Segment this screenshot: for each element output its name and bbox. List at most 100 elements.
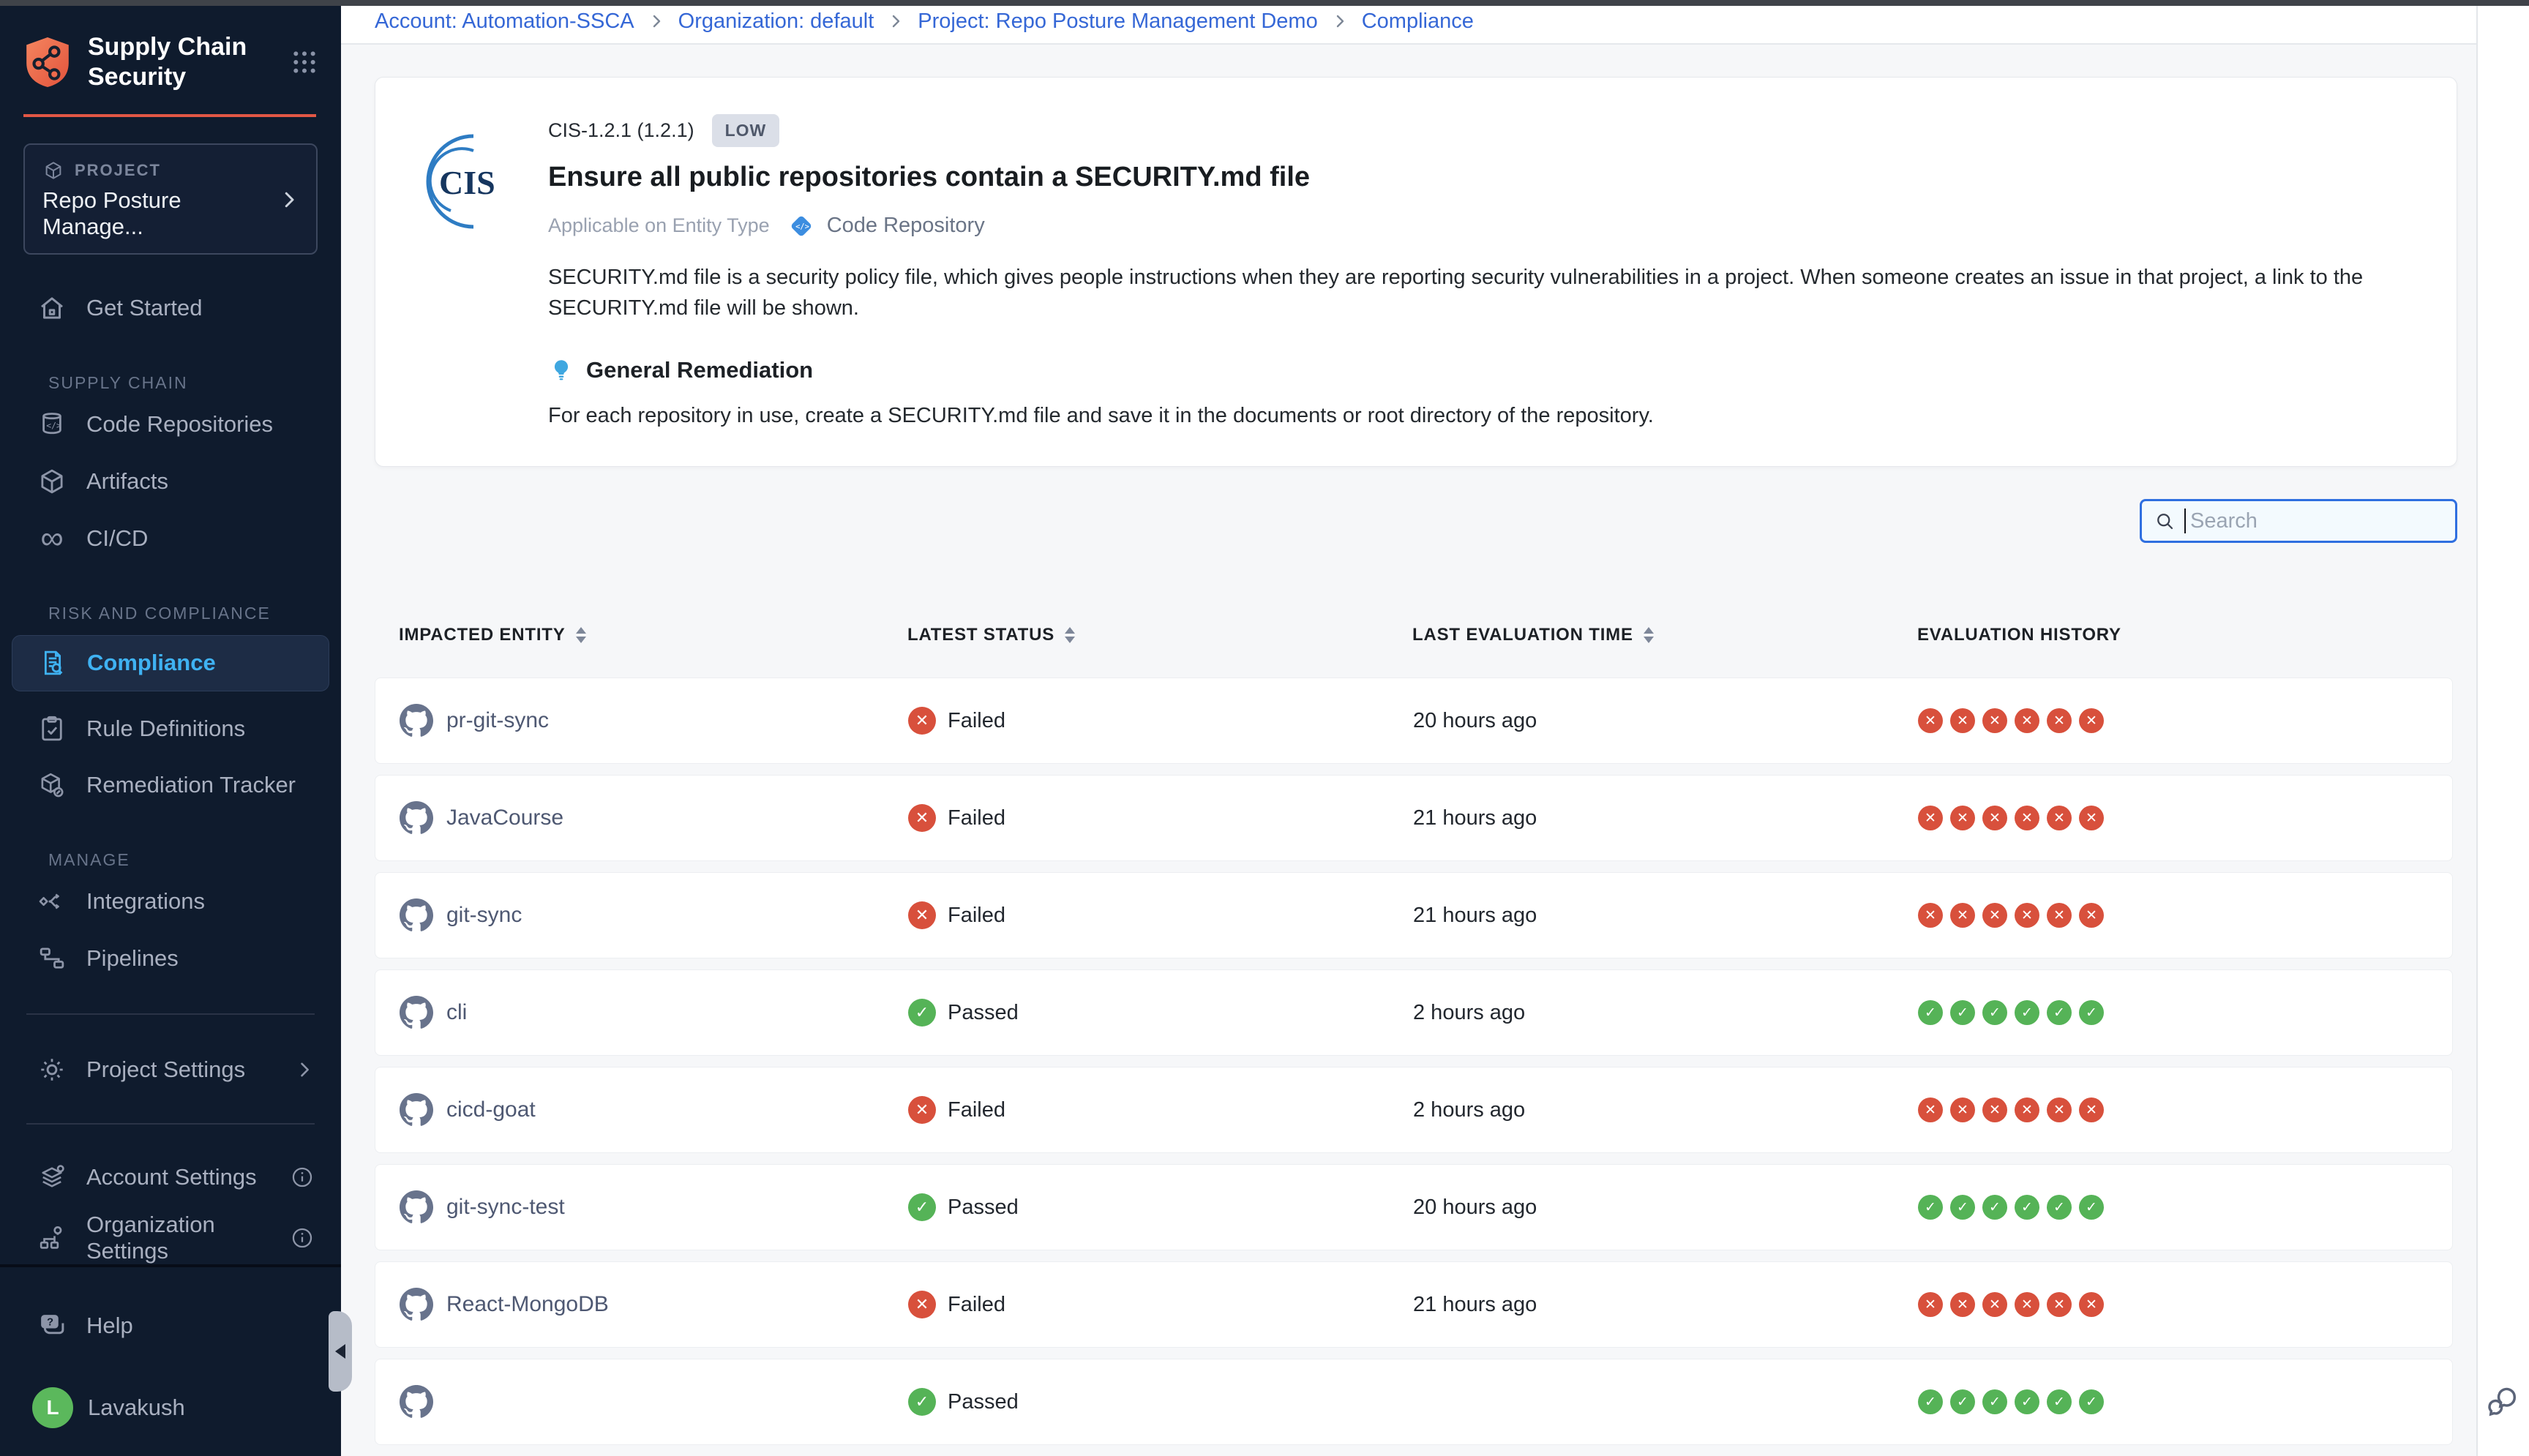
last-evaluation-time: 2 hours ago [1413,1001,1525,1024]
breadcrumb-compliance[interactable]: Compliance [1362,10,1474,34]
nav-grid-icon[interactable] [290,48,319,77]
column-header-last-evaluation-time[interactable]: LAST EVALUATION TIME [1412,625,1917,645]
status-failed-icon: ✕ [908,901,936,929]
user-menu[interactable]: L Lavakush [0,1381,341,1434]
rule-id: CIS-1.2.1 (1.2.1) [548,119,694,142]
sidebar-item-help[interactable]: ? Help [0,1299,341,1352]
entity-name-link[interactable]: pr-git-sync [446,708,549,733]
sidebar-item-organization-settings[interactable]: Organization Settings [0,1212,341,1264]
breadcrumb-organization[interactable]: Organization: default [678,10,874,34]
search-input[interactable]: Search [2140,499,2457,543]
chevron-right-icon [278,189,300,211]
status-failed-icon: ✕ [908,707,936,735]
table-row[interactable]: git-sync-test ✓ Passed 20 hours ago ✓✓✓✓… [375,1164,2453,1250]
sidebar-item-pipelines[interactable]: Pipelines [0,934,341,983]
brand-header: Supply Chain Security [0,0,341,92]
column-header-evaluation-history: EVALUATION HISTORY [1917,625,2453,645]
table-row[interactable]: JavaCourse ✕ Failed 21 hours ago ✕✕✕✕✕✕ [375,775,2453,861]
org-hierarchy-gear-icon [37,1223,67,1253]
last-evaluation-time: 21 hours ago [1413,904,1537,927]
history-failed-icon: ✕ [2047,903,2072,928]
severity-badge: LOW [712,114,780,147]
github-icon [400,898,433,932]
sidebar-collapse-handle[interactable] [329,1311,352,1392]
evaluation-history: ✕✕✕✕✕✕ [1918,1292,2452,1317]
history-failed-icon: ✕ [1950,1292,1975,1317]
breadcrumb-bar: Account: Automation-SSCA Organization: d… [341,0,2529,45]
history-passed-icon: ✓ [2015,1000,2039,1025]
status-failed-icon: ✕ [908,1096,936,1124]
history-passed-icon: ✓ [1950,1195,1975,1220]
gear-icon [37,1054,67,1085]
svg-text:?: ? [47,1317,53,1329]
chat-bubbles-icon[interactable] [2484,1383,2522,1421]
entity-name-link[interactable]: cicd-goat [446,1097,536,1122]
history-failed-icon: ✕ [2079,903,2104,928]
sidebar-item-code-repositories[interactable]: </> Code Repositories [0,400,341,449]
table-row[interactable]: React-MongoDB ✕ Failed 21 hours ago ✕✕✕✕… [375,1261,2453,1348]
entity-name-link[interactable]: git-sync-test [446,1195,565,1220]
remediation-title: General Remediation [586,357,813,383]
breadcrumb-account[interactable]: Account: Automation-SSCA [375,10,634,34]
history-failed-icon: ✕ [2015,1292,2039,1317]
sidebar-item-get-started[interactable]: Get Started [0,284,341,332]
history-passed-icon: ✓ [2047,1000,2072,1025]
table-row[interactable]: cli ✓ Passed 2 hours ago ✓✓✓✓✓✓ [375,969,2453,1056]
table-row[interactable]: pr-git-sync ✕ Failed 20 hours ago ✕✕✕✕✕✕ [375,678,2453,764]
section-label-supply-chain: SUPPLY CHAIN [0,373,341,393]
sidebar-item-rule-definitions[interactable]: Rule Definitions [0,705,341,753]
rule-description: SECURITY.md file is a security policy fi… [548,262,2427,323]
avatar: L [32,1387,73,1428]
history-failed-icon: ✕ [2015,1097,2039,1122]
sort-icon[interactable] [576,627,586,643]
github-icon [400,801,433,835]
table-header-row: IMPACTED ENTITY LATEST STATUS LAST EVALU… [375,625,2453,645]
history-failed-icon: ✕ [2015,806,2039,830]
entity-name-link[interactable]: cli [446,1000,467,1025]
table-row[interactable]: git-sync ✕ Failed 21 hours ago ✕✕✕✕✕✕ [375,872,2453,958]
status-text: Failed [948,904,1005,928]
entity-type-value[interactable]: Code Repository [827,214,985,238]
evaluation-history: ✓✓✓✓✓✓ [1918,1389,2452,1414]
chevron-right-icon [887,12,904,30]
svg-text:CIS: CIS [439,164,495,201]
section-label-risk-compliance: RISK AND COMPLIANCE [0,604,341,623]
sidebar-item-account-settings[interactable]: Account Settings [0,1154,341,1202]
github-icon [400,1385,433,1419]
sidebar-item-compliance[interactable]: Compliance [12,635,329,691]
collapse-left-arrow-icon [335,1344,345,1359]
sidebar-item-remediation-tracker[interactable]: Remediation Tracker [0,761,341,809]
github-icon [400,1288,433,1321]
project-selector[interactable]: PROJECT Repo Posture Manage... [23,143,318,255]
history-failed-icon: ✕ [1950,903,1975,928]
breadcrumb-project[interactable]: Project: Repo Posture Management Demo [918,10,1317,34]
history-failed-icon: ✕ [1918,1097,1943,1122]
column-header-latest-status[interactable]: LATEST STATUS [907,625,1412,645]
sidebar-item-project-settings[interactable]: Project Settings [0,1046,341,1094]
history-passed-icon: ✓ [2015,1195,2039,1220]
info-icon[interactable] [290,1165,315,1190]
sidebar: Supply Chain Security PROJECT Repo Postu… [0,0,341,1456]
sidebar-item-integrations[interactable]: Integrations [0,877,341,926]
status-text: Failed [948,1293,1005,1317]
column-header-impacted-entity[interactable]: IMPACTED ENTITY [399,625,907,645]
history-passed-icon: ✓ [1982,1389,2007,1414]
entity-type-label: Applicable on Entity Type [548,214,770,237]
last-evaluation-time: 20 hours ago [1413,709,1537,732]
history-failed-icon: ✕ [1950,1097,1975,1122]
sort-icon[interactable] [1644,627,1654,643]
history-passed-icon: ✓ [2047,1389,2072,1414]
status-text: Passed [948,1390,1019,1414]
sort-icon[interactable] [1065,627,1075,643]
status-passed-icon: ✓ [908,1388,936,1416]
sidebar-item-artifacts[interactable]: Artifacts [0,457,341,506]
table-row[interactable]: ✓ Passed ✓✓✓✓✓✓ [375,1359,2453,1445]
status-passed-icon: ✓ [908,1193,936,1221]
entity-name-link[interactable]: git-sync [446,903,522,928]
table-row[interactable]: cicd-goat ✕ Failed 2 hours ago ✕✕✕✕✕✕ [375,1067,2453,1153]
entity-name-link[interactable]: React-MongoDB [446,1292,609,1317]
info-icon[interactable] [290,1226,315,1250]
entity-name-link[interactable]: JavaCourse [446,806,563,830]
sidebar-item-cicd[interactable]: ∞ CI/CD [0,514,341,563]
chevron-right-icon [648,12,665,30]
